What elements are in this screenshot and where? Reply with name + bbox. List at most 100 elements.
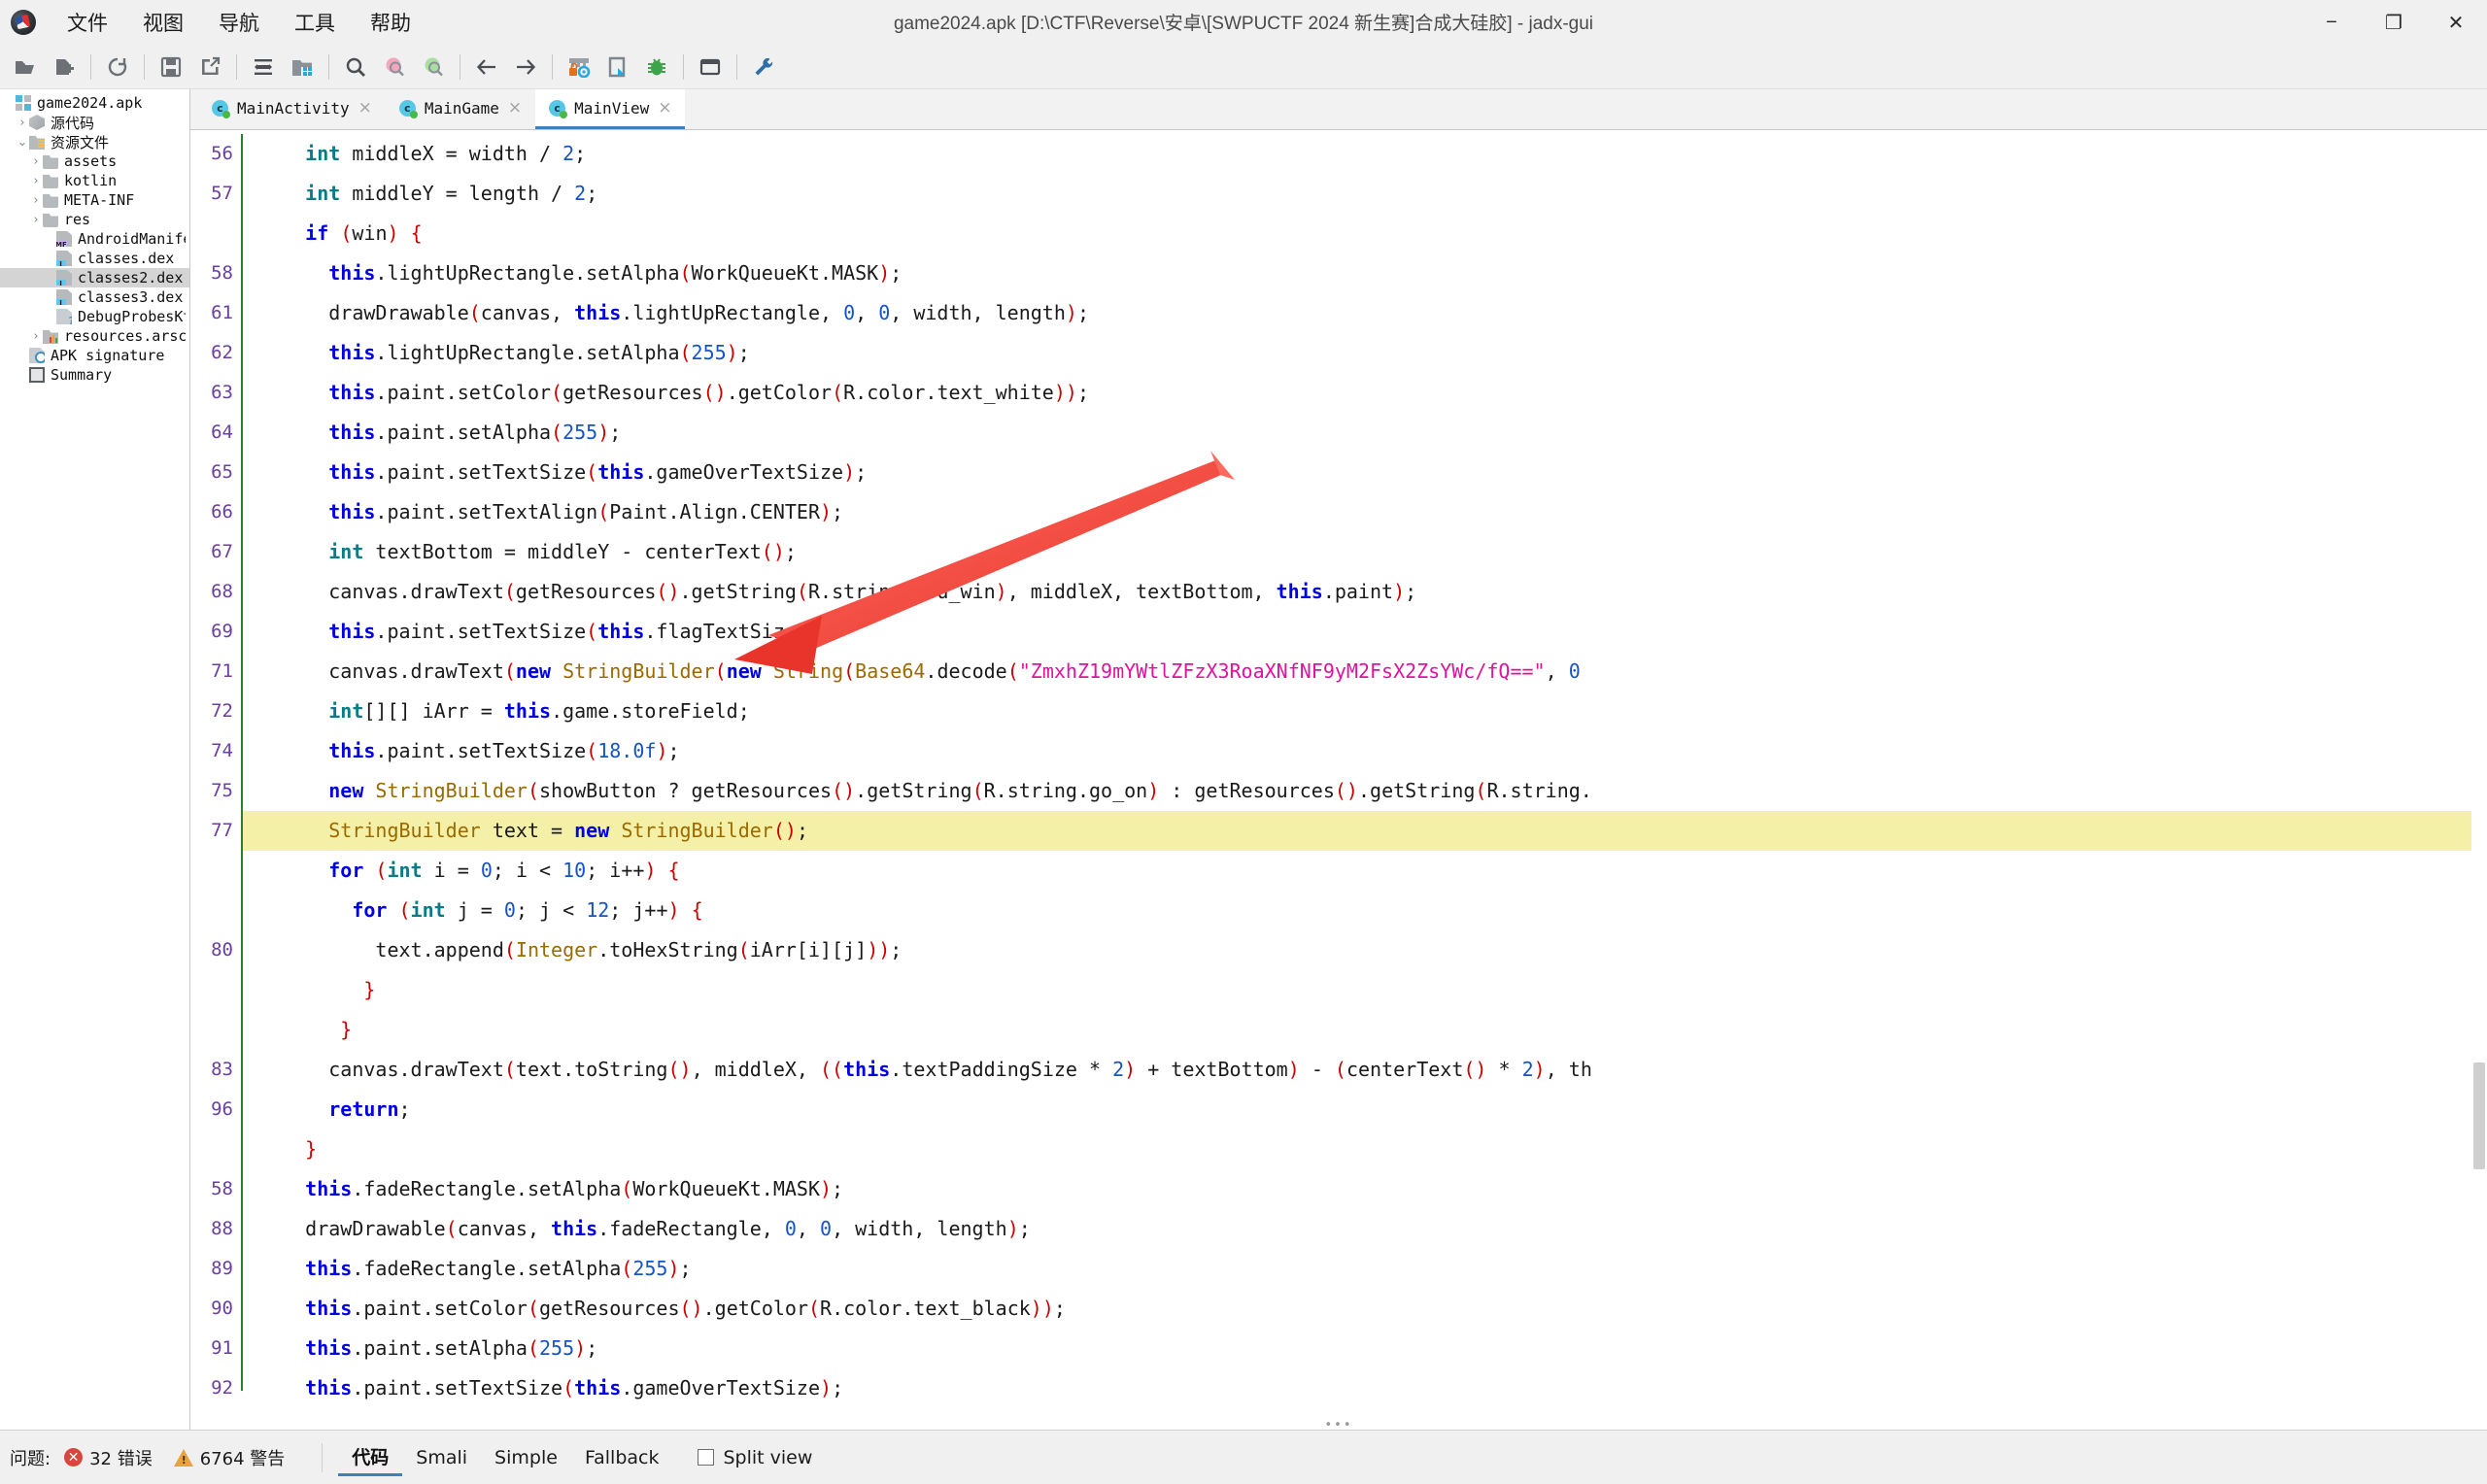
code-line[interactable]: for (int j = 0; j < 12; j++) { xyxy=(258,891,2487,930)
tab-simple[interactable]: Simple xyxy=(481,1443,571,1472)
vertical-scrollbar[interactable] xyxy=(2471,130,2487,1416)
tree-item-androidmanifest-x[interactable]: MF AndroidManifest.x xyxy=(0,229,189,249)
tree-item-res[interactable]: › res xyxy=(0,210,189,229)
tree-expander-icon[interactable]: › xyxy=(29,329,43,344)
menu-tools[interactable]: 工具 xyxy=(277,5,353,40)
tree-item-classes3-dex[interactable]: Jclasses3.dex xyxy=(0,287,189,307)
code-line[interactable]: canvas.drawText(text.toString(), middleX… xyxy=(258,1050,2487,1090)
tree-item-debugprobeskt-bin[interactable]: DebugProbesKt.bin xyxy=(0,307,189,326)
menu-view[interactable]: 视图 xyxy=(125,5,201,40)
tree-item-game2024-apk[interactable]: game2024.apk xyxy=(0,93,189,113)
forward-arrow-icon[interactable] xyxy=(509,51,542,84)
debug-icon[interactable] xyxy=(640,51,673,84)
code-line[interactable]: int[][] iArr = this.game.storeField; xyxy=(258,691,2487,731)
tree-item-classes-dex[interactable]: Jclasses.dex xyxy=(0,249,189,268)
code-line[interactable]: this.paint.setAlpha(255); xyxy=(258,1329,2487,1368)
tree-expander-icon[interactable]: › xyxy=(29,193,43,208)
code-line[interactable]: this.paint.setAlpha(255); xyxy=(258,413,2487,453)
code-line[interactable]: this.paint.setTextSize(this.gameOverText… xyxy=(258,453,2487,492)
search-class-icon[interactable] xyxy=(378,51,411,84)
tree-expander-icon[interactable]: › xyxy=(16,116,29,130)
code-line[interactable]: this.fadeRectangle.setAlpha(255); xyxy=(258,1249,2487,1289)
menu-help[interactable]: 帮助 xyxy=(353,5,428,40)
close-tab-icon[interactable]: × xyxy=(508,98,522,118)
open-file-icon[interactable] xyxy=(9,51,42,84)
editor-tab-mainactivity[interactable]: c MainActivity × xyxy=(198,89,386,129)
deobfuscation-lock-icon[interactable] xyxy=(562,51,596,84)
export-gradle-icon[interactable] xyxy=(193,51,226,84)
code-line-highlighted[interactable]: StringBuilder text = new StringBuilder()… xyxy=(243,811,2487,851)
tree-expander-icon[interactable]: › xyxy=(29,174,43,188)
menu-file[interactable]: 文件 xyxy=(50,5,125,40)
code-line[interactable]: this.paint.setColor(getResources().getCo… xyxy=(258,373,2487,413)
tree-item-[interactable]: ⌄ 资源文件 xyxy=(0,132,189,152)
vertical-scrollbar-thumb[interactable] xyxy=(2473,1062,2485,1169)
back-arrow-icon[interactable] xyxy=(470,51,503,84)
source-code[interactable]: int middleX = width / 2; int middleY = l… xyxy=(243,130,2487,1416)
code-line[interactable]: new StringBuilder(showButton ? getResour… xyxy=(258,771,2487,811)
maximize-button[interactable]: ❐ xyxy=(2363,0,2425,45)
code-line[interactable]: drawDrawable(canvas, this.lightUpRectang… xyxy=(258,293,2487,333)
tab-smali[interactable]: Smali xyxy=(402,1443,481,1472)
open-project-icon[interactable] xyxy=(286,51,319,84)
code-line[interactable]: canvas.drawText(getResources().getString… xyxy=(258,572,2487,612)
menu-navigation[interactable]: 导航 xyxy=(201,5,277,40)
code-line[interactable]: int textBottom = middleY - centerText(); xyxy=(258,532,2487,572)
close-tab-icon[interactable]: × xyxy=(358,98,372,118)
editor-tab-maingame[interactable]: c MainGame × xyxy=(386,89,535,129)
save-all-icon[interactable] xyxy=(154,51,187,84)
tree-item-meta-inf[interactable]: › META-INF xyxy=(0,190,189,210)
code-line[interactable]: canvas.drawText(new StringBuilder(new St… xyxy=(258,652,2487,691)
tab-code[interactable]: 代码 xyxy=(338,1439,403,1476)
code-line[interactable]: } xyxy=(258,970,2487,1010)
tree-expander-icon[interactable]: ⌄ xyxy=(16,135,29,150)
code-line[interactable]: text.append(Integer.toHexString(iArr[i][… xyxy=(258,930,2487,970)
tab-fallback[interactable]: Fallback xyxy=(571,1443,673,1472)
warning-count-item[interactable]: 6764 警告 xyxy=(173,1445,285,1470)
tree-item-resources-arsc[interactable]: › resources.arsc xyxy=(0,326,189,346)
search-icon[interactable] xyxy=(339,51,372,84)
code-line[interactable]: this.paint.setTextSize(this.flagTextSize… xyxy=(258,612,2487,652)
tree-expander-icon[interactable]: › xyxy=(29,213,43,227)
code-line[interactable]: this.paint.setTextAlign(Paint.Align.CENT… xyxy=(258,1408,2487,1416)
split-view-control[interactable]: Split view xyxy=(698,1447,812,1468)
add-files-icon[interactable] xyxy=(48,51,81,84)
tree-item-apk-signature[interactable]: APK signature xyxy=(0,346,189,365)
decompile-icon[interactable] xyxy=(601,51,634,84)
code-line[interactable]: this.paint.setTextSize(18.0f); xyxy=(258,731,2487,771)
tree-item-[interactable]: › 源代码 xyxy=(0,113,189,132)
code-line[interactable]: } xyxy=(258,1130,2487,1169)
tree-item-assets[interactable]: › assets xyxy=(0,152,189,171)
project-tree[interactable]: game2024.apk › 源代码 ⌄ 资源文件 › assets › kotlin › META… xyxy=(0,89,190,1430)
code-line[interactable]: return; xyxy=(258,1090,2487,1130)
code-line[interactable]: drawDrawable(canvas, this.fadeRectangle,… xyxy=(258,1209,2487,1249)
code-line[interactable]: this.paint.setTextAlign(Paint.Align.CENT… xyxy=(258,492,2487,532)
error-count-item[interactable]: ✕ 32 错误 xyxy=(64,1445,153,1470)
code-line[interactable]: if (win) { xyxy=(258,214,2487,253)
minimize-button[interactable]: − xyxy=(2300,0,2363,45)
tree-item-kotlin[interactable]: › kotlin xyxy=(0,171,189,190)
split-view-checkbox[interactable] xyxy=(698,1449,715,1466)
close-tab-icon[interactable]: × xyxy=(658,98,671,118)
code-line[interactable]: for (int i = 0; i < 10; i++) { xyxy=(258,851,2487,891)
log-viewer-icon[interactable] xyxy=(694,51,727,84)
code-line[interactable]: this.lightUpRectangle.setAlpha(255); xyxy=(258,333,2487,373)
tree-item-classes2-dex[interactable]: Jclasses2.dex xyxy=(0,268,189,287)
search-method-icon[interactable] xyxy=(417,51,450,84)
sync-icon[interactable] xyxy=(247,51,280,84)
close-button[interactable]: ✕ xyxy=(2425,0,2487,45)
code-line[interactable]: int middleX = width / 2; xyxy=(258,134,2487,174)
code-line[interactable]: this.paint.setColor(getResources().getCo… xyxy=(258,1289,2487,1329)
tree-item-summary[interactable]: Summary xyxy=(0,365,189,385)
code-line[interactable]: this.lightUpRectangle.setAlpha(WorkQueue… xyxy=(258,253,2487,293)
code-line[interactable]: } xyxy=(258,1010,2487,1050)
code-line[interactable]: this.paint.setTextSize(this.gameOverText… xyxy=(258,1368,2487,1408)
preferences-wrench-icon[interactable] xyxy=(747,51,780,84)
editor-tab-mainview[interactable]: c MainView × xyxy=(535,89,686,129)
horizontal-scrollbar[interactable]: ••• xyxy=(190,1416,2487,1433)
code-viewer[interactable]: 56 57 58 61 62 63 64 65 66 67 68 69 71 72 74 75 77 80 83 96… xyxy=(190,130,2487,1416)
code-line[interactable]: int middleY = length / 2; xyxy=(258,174,2487,214)
reload-icon[interactable] xyxy=(101,51,134,84)
tree-expander-icon[interactable]: › xyxy=(29,154,43,169)
code-line[interactable]: this.fadeRectangle.setAlpha(WorkQueueKt.… xyxy=(258,1169,2487,1209)
